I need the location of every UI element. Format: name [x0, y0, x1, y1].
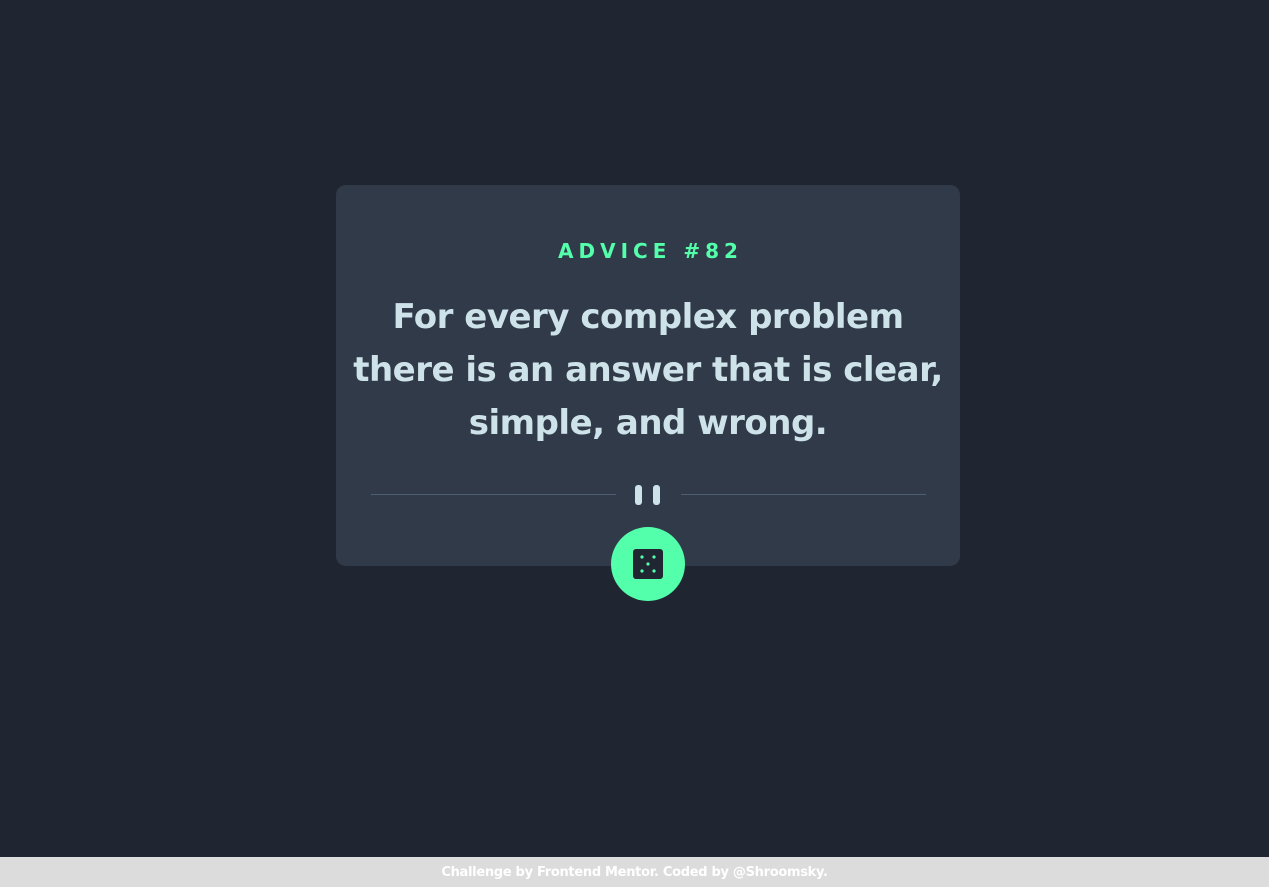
advice-card: ADVICE #82 For every complex problem the…	[336, 185, 960, 566]
pattern-divider	[371, 485, 926, 505]
advice-quote: For every complex problem there is an an…	[353, 297, 943, 443]
new-advice-button[interactable]	[611, 527, 685, 601]
footer-middle: . Coded by	[653, 865, 729, 880]
page: ADVICE #82 For every complex problem the…	[0, 0, 1269, 887]
pause-icon	[635, 485, 663, 505]
attribution-footer: Challenge by Frontend Mentor. Coded by @…	[0, 857, 1269, 887]
footer-suffix: .	[822, 865, 828, 880]
divider-line-right	[681, 494, 926, 495]
footer-prefix: Challenge by	[441, 865, 533, 880]
divider-line-left	[371, 494, 616, 495]
frontend-mentor-link[interactable]: Frontend Mentor	[537, 865, 654, 880]
dice-icon	[633, 549, 663, 579]
advice-id-label: ADVICE #82	[558, 239, 743, 263]
author-link[interactable]: @Shroomsky	[733, 865, 823, 880]
